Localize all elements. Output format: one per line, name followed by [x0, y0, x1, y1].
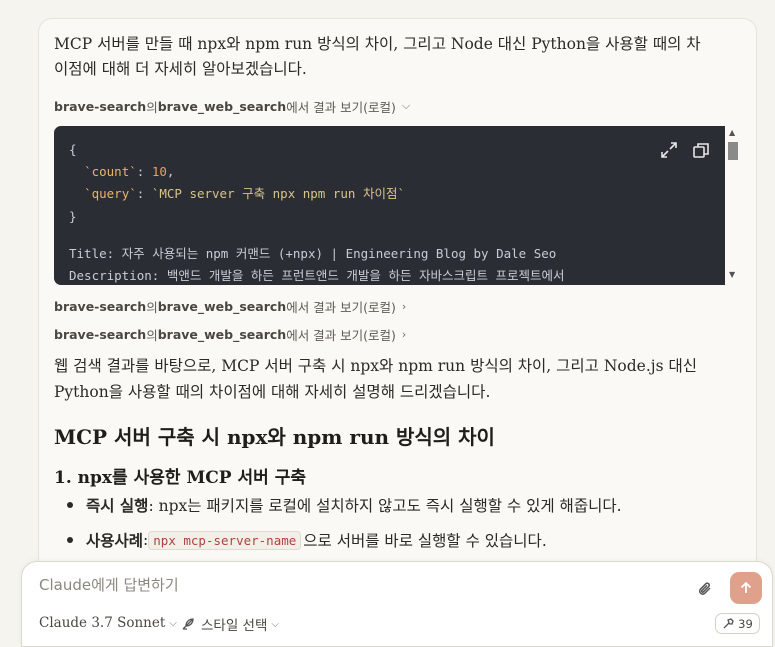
- scrollbar-thumb[interactable]: [728, 142, 738, 160]
- code-query-value: `MCP server 구축 npx npm run 차이점`: [151, 186, 405, 201]
- code-scrollbar[interactable]: ▲ ▼: [726, 126, 740, 285]
- bullet-label: 사용사례: [86, 531, 144, 550]
- reply-input[interactable]: Claude에게 답변하기: [39, 574, 179, 595]
- chevron-right-icon: ›: [401, 327, 407, 341]
- chevron-down-icon: ⌵: [169, 617, 177, 629]
- tool-name: brave_web_search: [157, 98, 287, 114]
- chevron-right-icon: ›: [401, 299, 407, 313]
- list-item: 즉시 실행: npx는 패키지를 로컬에 설치하지 않고도 즉시 실행할 수 있…: [67, 494, 622, 516]
- code-close-brace: }: [69, 209, 77, 224]
- model-selector[interactable]: Claude 3.7 Sonnet ⌵: [39, 615, 177, 631]
- scroll-up-arrow-icon[interactable]: ▲: [729, 128, 735, 137]
- copy-icon[interactable]: [692, 141, 710, 159]
- tool-call-suffix: 에서 결과 보기(로컬): [286, 327, 396, 343]
- bullet-dot: [67, 537, 73, 543]
- answer-intro: 웹 검색 결과를 바탕으로, MCP 서버 구축 시 npx와 npm run …: [54, 357, 697, 401]
- style-label: 스타일 선택: [201, 618, 268, 634]
- tool-call-connector: 의: [146, 327, 158, 343]
- feather-icon: [182, 618, 194, 630]
- result-description-line: Description: 백앤드 개발을 하든 프런트앤드 개발을 하든 자바스…: [69, 268, 565, 283]
- tools-button[interactable]: 39: [715, 613, 760, 634]
- code-query-key: `query`: [84, 186, 137, 201]
- model-name: Claude 3.7 Sonnet: [39, 615, 166, 631]
- tool-name: brave_web_search: [157, 298, 287, 314]
- code-colon: :: [136, 164, 152, 179]
- tool-server-name: brave-search: [54, 98, 147, 114]
- send-button[interactable]: [730, 572, 762, 604]
- code-colon: :: [136, 186, 152, 201]
- tool-call-connector: 의: [146, 99, 158, 115]
- tool-call-suffix: 에서 결과 보기(로컬): [286, 299, 396, 315]
- code-open-brace: {: [69, 142, 77, 157]
- chevron-down-icon: ⌵: [401, 99, 411, 112]
- style-selector[interactable]: 스타일 선택 ⌵: [180, 614, 279, 634]
- arrow-up-icon: [740, 581, 752, 593]
- tool-call-toggle[interactable]: brave-search 의 brave_web_search 에서 결과 보기(로…: [54, 297, 406, 315]
- chevron-down-icon: ⌵: [271, 618, 279, 630]
- inline-code: npx mcp-server-name: [148, 530, 302, 550]
- tool-call-toggle[interactable]: brave-search 의 brave_web_search 에서 결과 보기(로…: [54, 325, 406, 343]
- tool-server-name: brave-search: [54, 326, 147, 342]
- answer-subheading: 1. npx를 사용한 MCP 서버 구축: [54, 468, 306, 488]
- expand-icon[interactable]: [660, 141, 678, 159]
- code-comma: ,: [166, 164, 175, 179]
- bullet-label: 즉시 실행: [86, 496, 149, 515]
- result-title-line: Title: 자주 사용되는 npm 커맨드 (+npx) | Engineer…: [69, 246, 557, 261]
- tools-count: 39: [738, 616, 753, 631]
- user-message: MCP 서버를 만들 때 npx와 npm run 방식의 차이, 그리고 No…: [54, 35, 701, 78]
- tool-result-code-block: { `count`: 10, `query`: `MCP server 구축 n…: [54, 126, 725, 285]
- code-line-count: `count`: 10,: [69, 162, 174, 182]
- paperclip-icon[interactable]: [696, 580, 714, 598]
- conversation-panel: MCP 서버를 만들 때 npx와 npm run 방식의 차이, 그리고 No…: [38, 18, 757, 598]
- bullet-text: : npx는 패키지를 로컬에 설치하지 않고도 즉시 실행할 수 있게 해줍니…: [148, 497, 622, 515]
- code-line-query: `query`: `MCP server 구축 npx npm run 차이점`: [69, 184, 405, 204]
- bullet-dot: [67, 502, 73, 508]
- list-item: 사용사례: npx mcp-server-name 으로 서버를 바로 실행할 수…: [67, 529, 547, 551]
- tool-call-connector: 의: [146, 299, 158, 315]
- bullet-text-rest: 으로 서버를 바로 실행할 수 있습니다.: [303, 532, 547, 550]
- code-count-value: 10: [151, 164, 167, 179]
- tool-name: brave_web_search: [157, 326, 287, 342]
- tool-server-name: brave-search: [54, 298, 147, 314]
- tool-call-toggle[interactable]: brave-search 의 brave_web_search 에서 결과 보기(로…: [54, 97, 410, 115]
- reply-composer: Claude에게 답변하기 Claude 3.7 Sonnet ⌵ 스타일 선택 ⌵…: [21, 561, 773, 647]
- hammer-icon: [723, 618, 734, 629]
- answer-heading: MCP 서버 구축 시 npx와 npm run 방식의 차이: [54, 425, 495, 449]
- scroll-down-arrow-icon[interactable]: ▼: [729, 270, 735, 279]
- code-count-key: `count`: [84, 164, 137, 179]
- tool-call-suffix: 에서 결과 보기(로컬): [286, 99, 396, 115]
